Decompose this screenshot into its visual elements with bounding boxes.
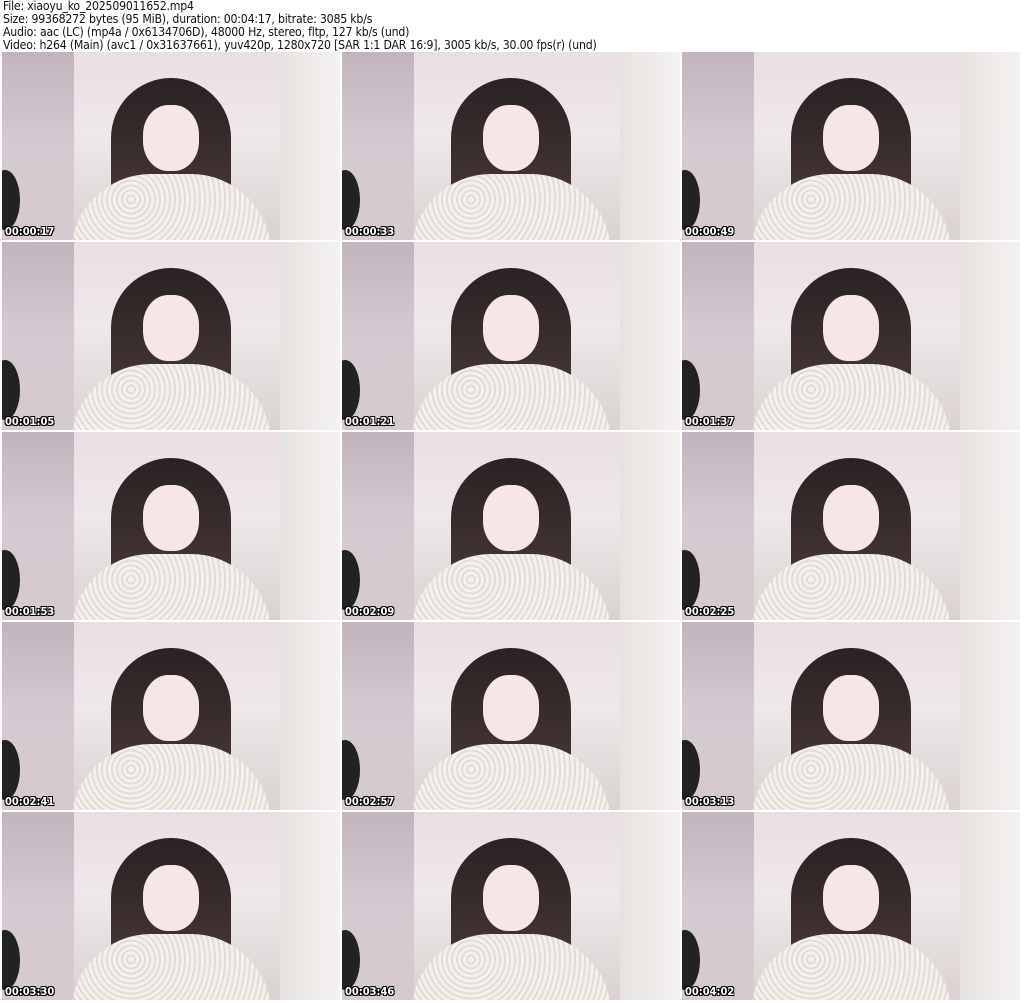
lace-top	[411, 364, 611, 430]
person-face	[823, 294, 879, 361]
video-frame-thumbnail: 00:02:25	[682, 432, 1020, 620]
file-info-header: File: xiaoyu_ko_202509011652.mp4 Size: 99…	[3, 0, 597, 52]
background	[280, 242, 340, 430]
background	[280, 812, 340, 1000]
video-frame-thumbnail: 00:01:53	[2, 432, 340, 620]
background	[620, 242, 680, 430]
lace-top	[71, 174, 271, 240]
video-frame-thumbnail: 00:00:17	[2, 52, 340, 240]
lace-top	[751, 744, 951, 810]
timestamp: 00:01:21	[345, 415, 395, 428]
background	[960, 812, 1020, 1000]
lace-top	[71, 364, 271, 430]
lace-top	[751, 364, 951, 430]
person-face	[143, 484, 199, 551]
person-face	[823, 864, 879, 931]
timestamp: 00:02:41	[5, 795, 55, 808]
timestamp: 00:01:05	[5, 415, 55, 428]
timestamp: 00:02:09	[345, 605, 395, 618]
timestamp: 00:02:25	[685, 605, 735, 618]
lace-top	[411, 934, 611, 1000]
person-face	[483, 864, 539, 931]
background	[620, 52, 680, 240]
background	[280, 432, 340, 620]
video-frame-thumbnail: 00:03:46	[342, 812, 680, 1000]
timestamp: 00:01:53	[5, 605, 55, 618]
timestamp: 00:03:46	[345, 985, 395, 998]
lace-top	[71, 744, 271, 810]
background	[620, 622, 680, 810]
lace-top	[411, 744, 611, 810]
lace-top	[71, 554, 271, 620]
lace-top	[71, 934, 271, 1000]
timestamp: 00:02:57	[345, 795, 395, 808]
lace-top	[411, 554, 611, 620]
timestamp: 00:00:17	[5, 225, 55, 238]
background	[620, 812, 680, 1000]
timestamp: 00:00:49	[685, 225, 735, 238]
background	[960, 52, 1020, 240]
timestamp: 00:03:13	[685, 795, 735, 808]
background	[960, 622, 1020, 810]
video-frame-thumbnail: 00:01:37	[682, 242, 1020, 430]
person-face	[143, 674, 199, 741]
background	[280, 622, 340, 810]
person-face	[823, 674, 879, 741]
lace-top	[751, 554, 951, 620]
video-frame-thumbnail: 00:02:09	[342, 432, 680, 620]
video-frame-thumbnail: 00:03:30	[2, 812, 340, 1000]
person-face	[483, 294, 539, 361]
person-face	[823, 104, 879, 171]
lace-top	[751, 934, 951, 1000]
person-face	[483, 674, 539, 741]
background	[960, 242, 1020, 430]
timestamp: 00:01:37	[685, 415, 735, 428]
timestamp: 00:03:30	[5, 985, 55, 998]
person-face	[143, 294, 199, 361]
video-frame-thumbnail: 00:00:49	[682, 52, 1020, 240]
person-face	[143, 864, 199, 931]
person-face	[483, 104, 539, 171]
video-frame-thumbnail: 00:02:41	[2, 622, 340, 810]
video-info: Video: h264 (Main) (avc1 / 0x31637661), …	[3, 38, 597, 52]
timestamp: 00:00:33	[345, 225, 395, 238]
lace-top	[751, 174, 951, 240]
lace-top	[411, 174, 611, 240]
video-frame-thumbnail: 00:01:21	[342, 242, 680, 430]
video-frame-thumbnail: 00:00:33	[342, 52, 680, 240]
person-face	[143, 104, 199, 171]
person-face	[483, 484, 539, 551]
video-frame-thumbnail: 00:04:02	[682, 812, 1020, 1000]
video-frame-thumbnail: 00:03:13	[682, 622, 1020, 810]
person-face	[823, 484, 879, 551]
video-frame-thumbnail: 00:01:05	[2, 242, 340, 430]
background	[960, 432, 1020, 620]
background	[620, 432, 680, 620]
timestamp: 00:04:02	[685, 985, 735, 998]
background	[280, 52, 340, 240]
thumbnail-grid: 00:00:17 00:00:33 00:00:49 00:01:05 00:01:21…	[2, 52, 1020, 1000]
video-frame-thumbnail: 00:02:57	[342, 622, 680, 810]
